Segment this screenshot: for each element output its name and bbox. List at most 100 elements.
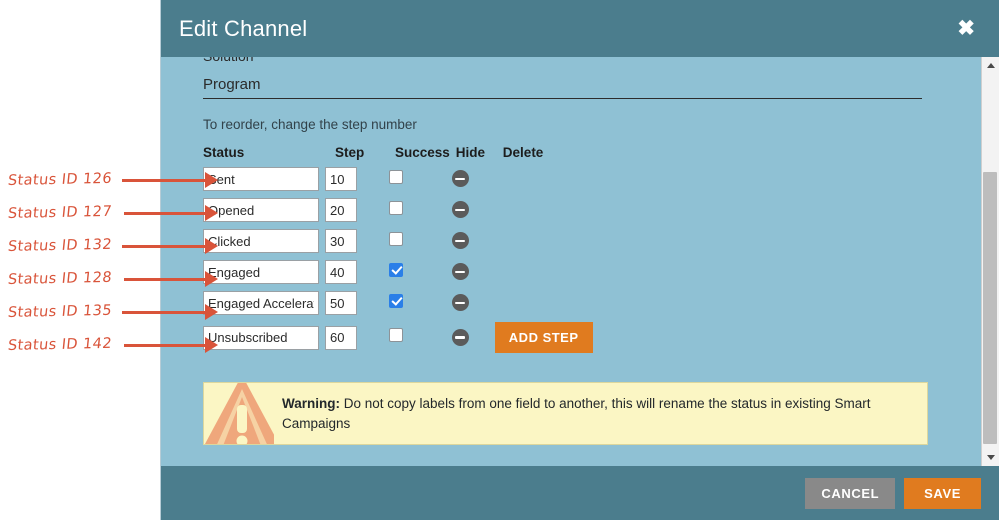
cell-step (325, 229, 385, 260)
cell-success (385, 260, 450, 291)
header-success: Success (395, 145, 450, 160)
cell-success (385, 322, 450, 360)
table-row (203, 229, 593, 260)
step-table-header-row: Status Step Success Hide Delete (203, 145, 593, 167)
cell-hide (450, 198, 495, 229)
step-input[interactable] (325, 167, 357, 191)
save-button[interactable]: SAVE (904, 477, 981, 509)
table-row (203, 198, 593, 229)
annotation-item: Status ID 142 (0, 332, 113, 358)
edit-channel-dialog: Edit Channel ✖ Solution Program To reord… (160, 0, 999, 520)
page-title: Edit Channel (179, 15, 308, 41)
success-checkbox[interactable] (389, 169, 403, 184)
status-input[interactable] (203, 167, 319, 191)
program-field[interactable]: Program (203, 76, 922, 99)
cell-step (325, 322, 385, 360)
scrollbar-thumb[interactable] (983, 172, 997, 444)
annotation-item: Status ID 126 (0, 167, 113, 193)
warning-label: Warning: (282, 396, 340, 411)
minus-circle-icon[interactable] (451, 170, 469, 188)
close-icon[interactable]: ✖ (951, 14, 981, 43)
header-delete: Delete (502, 145, 544, 160)
table-row: ADD STEP (203, 322, 593, 360)
cell-delete (495, 167, 593, 198)
step-input[interactable] (325, 291, 357, 315)
cell-success (385, 198, 450, 229)
cell-status (203, 260, 325, 291)
status-input[interactable] (203, 229, 319, 253)
status-input[interactable] (203, 260, 319, 284)
annotation-label: Status ID 127 (7, 203, 113, 223)
cell-hide (450, 291, 495, 322)
step-table-head: Status Step Success Hide Delete (203, 145, 593, 167)
cell-step (325, 198, 385, 229)
minus-circle-icon[interactable] (451, 328, 469, 346)
cancel-button[interactable]: CANCEL (805, 477, 896, 509)
dialog-header: Edit Channel ✖ (161, 0, 999, 57)
warning-message: Do not copy labels from one field to ano… (282, 396, 871, 431)
status-input[interactable] (203, 291, 319, 315)
cell-hide (450, 260, 495, 291)
annotation-item: Status ID 132 (0, 233, 113, 259)
cell-status (203, 198, 325, 229)
dialog-body-wrapper: Solution Program To reorder, change the … (161, 57, 999, 466)
header-hide: Hide (455, 145, 486, 160)
cell-status (203, 322, 325, 360)
cell-step (325, 291, 385, 322)
status-input[interactable] (203, 325, 319, 350)
success-checkbox[interactable] (389, 200, 403, 215)
warning-box: Warning: Do not copy labels from one fie… (203, 382, 928, 446)
cell-step (325, 167, 385, 198)
annotation-label: Status ID 142 (7, 335, 113, 355)
vertical-scrollbar[interactable] (981, 57, 999, 466)
cell-status (203, 167, 325, 198)
success-checkbox[interactable] (389, 262, 403, 277)
cell-status (203, 229, 325, 260)
annotation-label: Status ID 126 (7, 170, 113, 190)
cell-delete (495, 260, 593, 291)
cell-success (385, 167, 450, 198)
minus-circle-icon[interactable] (451, 263, 469, 281)
annotation-label: Status ID 135 (7, 302, 113, 322)
cell-step (325, 260, 385, 291)
status-input[interactable] (203, 198, 319, 222)
annotation-label: Status ID 128 (7, 269, 113, 289)
header-step: Step (335, 145, 365, 160)
cell-delete (495, 198, 593, 229)
dialog-body: Solution Program To reorder, change the … (161, 57, 981, 466)
table-row (203, 260, 593, 291)
step-input[interactable] (325, 198, 357, 222)
step-input[interactable] (325, 325, 357, 350)
cell-success (385, 229, 450, 260)
scroll-down-arrow-icon[interactable] (982, 449, 999, 466)
cell-status (203, 291, 325, 322)
table-row (203, 291, 593, 322)
success-checkbox[interactable] (389, 293, 403, 308)
annotation-item: Status ID 128 (0, 266, 113, 292)
warning-text: Warning: Do not copy labels from one fie… (274, 383, 927, 444)
annotation-item: Status ID 135 (0, 299, 113, 325)
scrollbar-track[interactable] (982, 74, 999, 449)
reorder-hint: To reorder, change the step number (203, 117, 417, 132)
step-input[interactable] (325, 229, 357, 253)
step-table: Status Step Success Hide Delete ADD STEP (203, 145, 593, 360)
cell-hide (450, 229, 495, 260)
annotation-label: Status ID 132 (7, 236, 113, 256)
table-row (203, 167, 593, 198)
success-checkbox[interactable] (389, 231, 403, 246)
step-input[interactable] (325, 260, 357, 284)
dialog-footer: CANCEL SAVE (161, 466, 999, 520)
minus-circle-icon[interactable] (451, 294, 469, 312)
cell-success (385, 291, 450, 322)
cell-hide (450, 322, 495, 360)
add-step-button[interactable]: ADD STEP (494, 322, 593, 353)
warning-triangle-icon (204, 383, 274, 445)
clipped-section-label: Solution (203, 57, 254, 64)
cell-delete: ADD STEP (494, 322, 593, 360)
scroll-up-arrow-icon[interactable] (982, 57, 999, 74)
cell-hide (450, 167, 495, 198)
minus-circle-icon[interactable] (451, 232, 469, 250)
cell-delete (495, 291, 593, 322)
success-checkbox[interactable] (389, 328, 403, 342)
minus-circle-icon[interactable] (451, 201, 469, 219)
